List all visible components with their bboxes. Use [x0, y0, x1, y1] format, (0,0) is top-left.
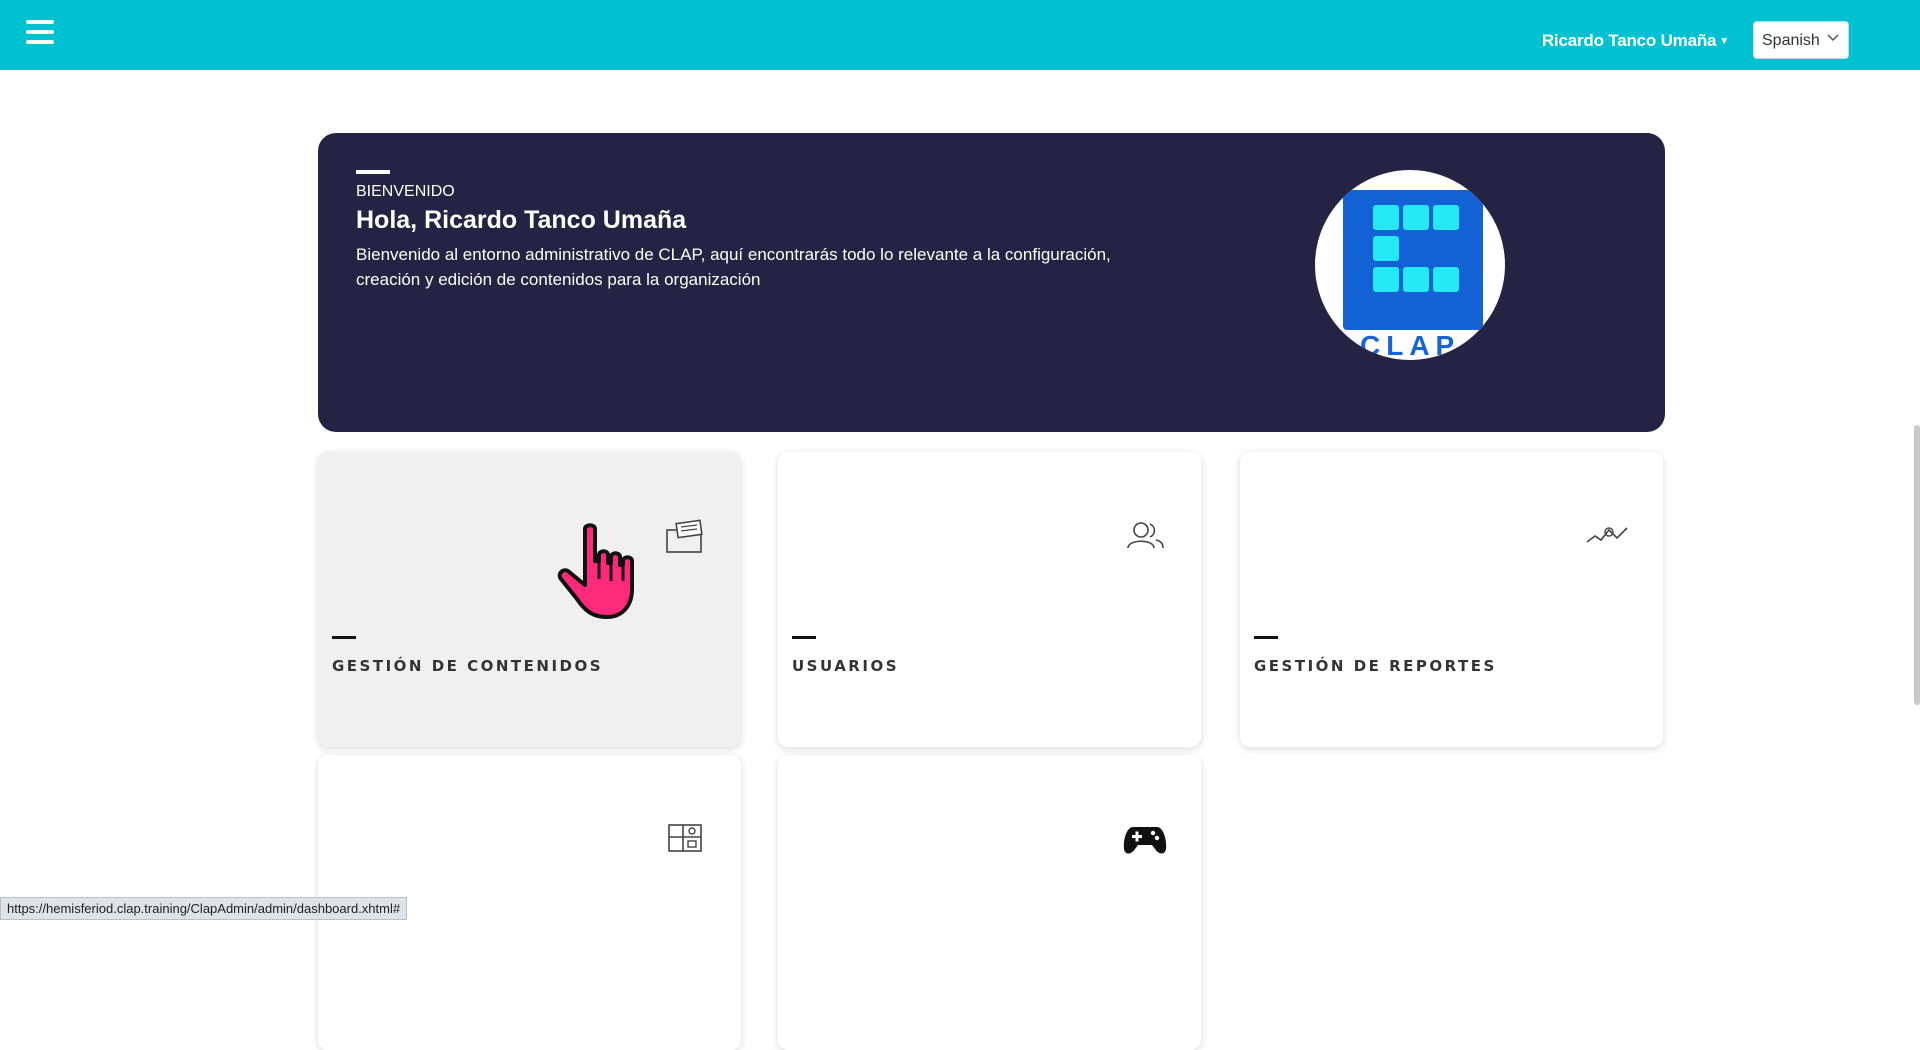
scrollbar-thumb[interactable]: [1914, 425, 1920, 705]
banner-eyebrow: BIENVENIDO: [356, 183, 455, 200]
card-juegos[interactable]: [778, 755, 1201, 1050]
card-accent-dash: [332, 636, 356, 639]
users-icon: [1127, 522, 1164, 549]
user-menu-dropdown[interactable]: Ricardo Tanco Umaña ▼: [1542, 31, 1729, 51]
language-value: Spanish: [1762, 32, 1820, 49]
caret-down-icon: ▼: [1719, 36, 1729, 47]
logo-text: CLAP: [1360, 330, 1461, 360]
page-scrollbar[interactable]: [1910, 70, 1920, 920]
banner-description: Bienvenido al entorno administrativo de …: [356, 245, 1111, 289]
folder-icon: [666, 519, 703, 553]
card-accent-dash: [1254, 636, 1278, 639]
trend-chart-icon: [1586, 527, 1628, 543]
clap-logo: CLAP: [1315, 170, 1505, 360]
banner-title: Hola, Ricardo Tanco Umaña: [356, 206, 687, 234]
status-bar-url: https://hemisferiod.clap.training/ClapAd…: [0, 897, 408, 920]
chevron-down-icon: [1827, 34, 1839, 42]
card-accent-dash: [792, 636, 816, 639]
card-label: GESTIÓN DE CONTENIDOS: [332, 657, 604, 675]
card-label: GESTIÓN DE REPORTES: [1254, 657, 1497, 675]
banner-accent-line: [356, 170, 390, 174]
gamepad-icon: [1123, 827, 1167, 854]
layout-grid-icon: [668, 824, 702, 852]
welcome-banner: BIENVENIDO Hola, Ricardo Tanco Umaña Bie…: [318, 133, 1665, 432]
card-gestion-reportes[interactable]: GESTIÓN DE REPORTES: [1240, 452, 1663, 747]
card-label: USUARIOS: [792, 657, 899, 675]
card-gestion-contenidos[interactable]: GESTIÓN DE CONTENIDOS: [318, 452, 741, 747]
language-select[interactable]: Spanish: [1753, 21, 1849, 59]
card-usuarios[interactable]: USUARIOS: [778, 452, 1201, 747]
top-navbar: Ricardo Tanco Umaña ▼ Spanish: [0, 0, 1920, 70]
user-name: Ricardo Tanco Umaña: [1541, 31, 1717, 50]
hamburger-menu-icon[interactable]: [26, 20, 54, 46]
